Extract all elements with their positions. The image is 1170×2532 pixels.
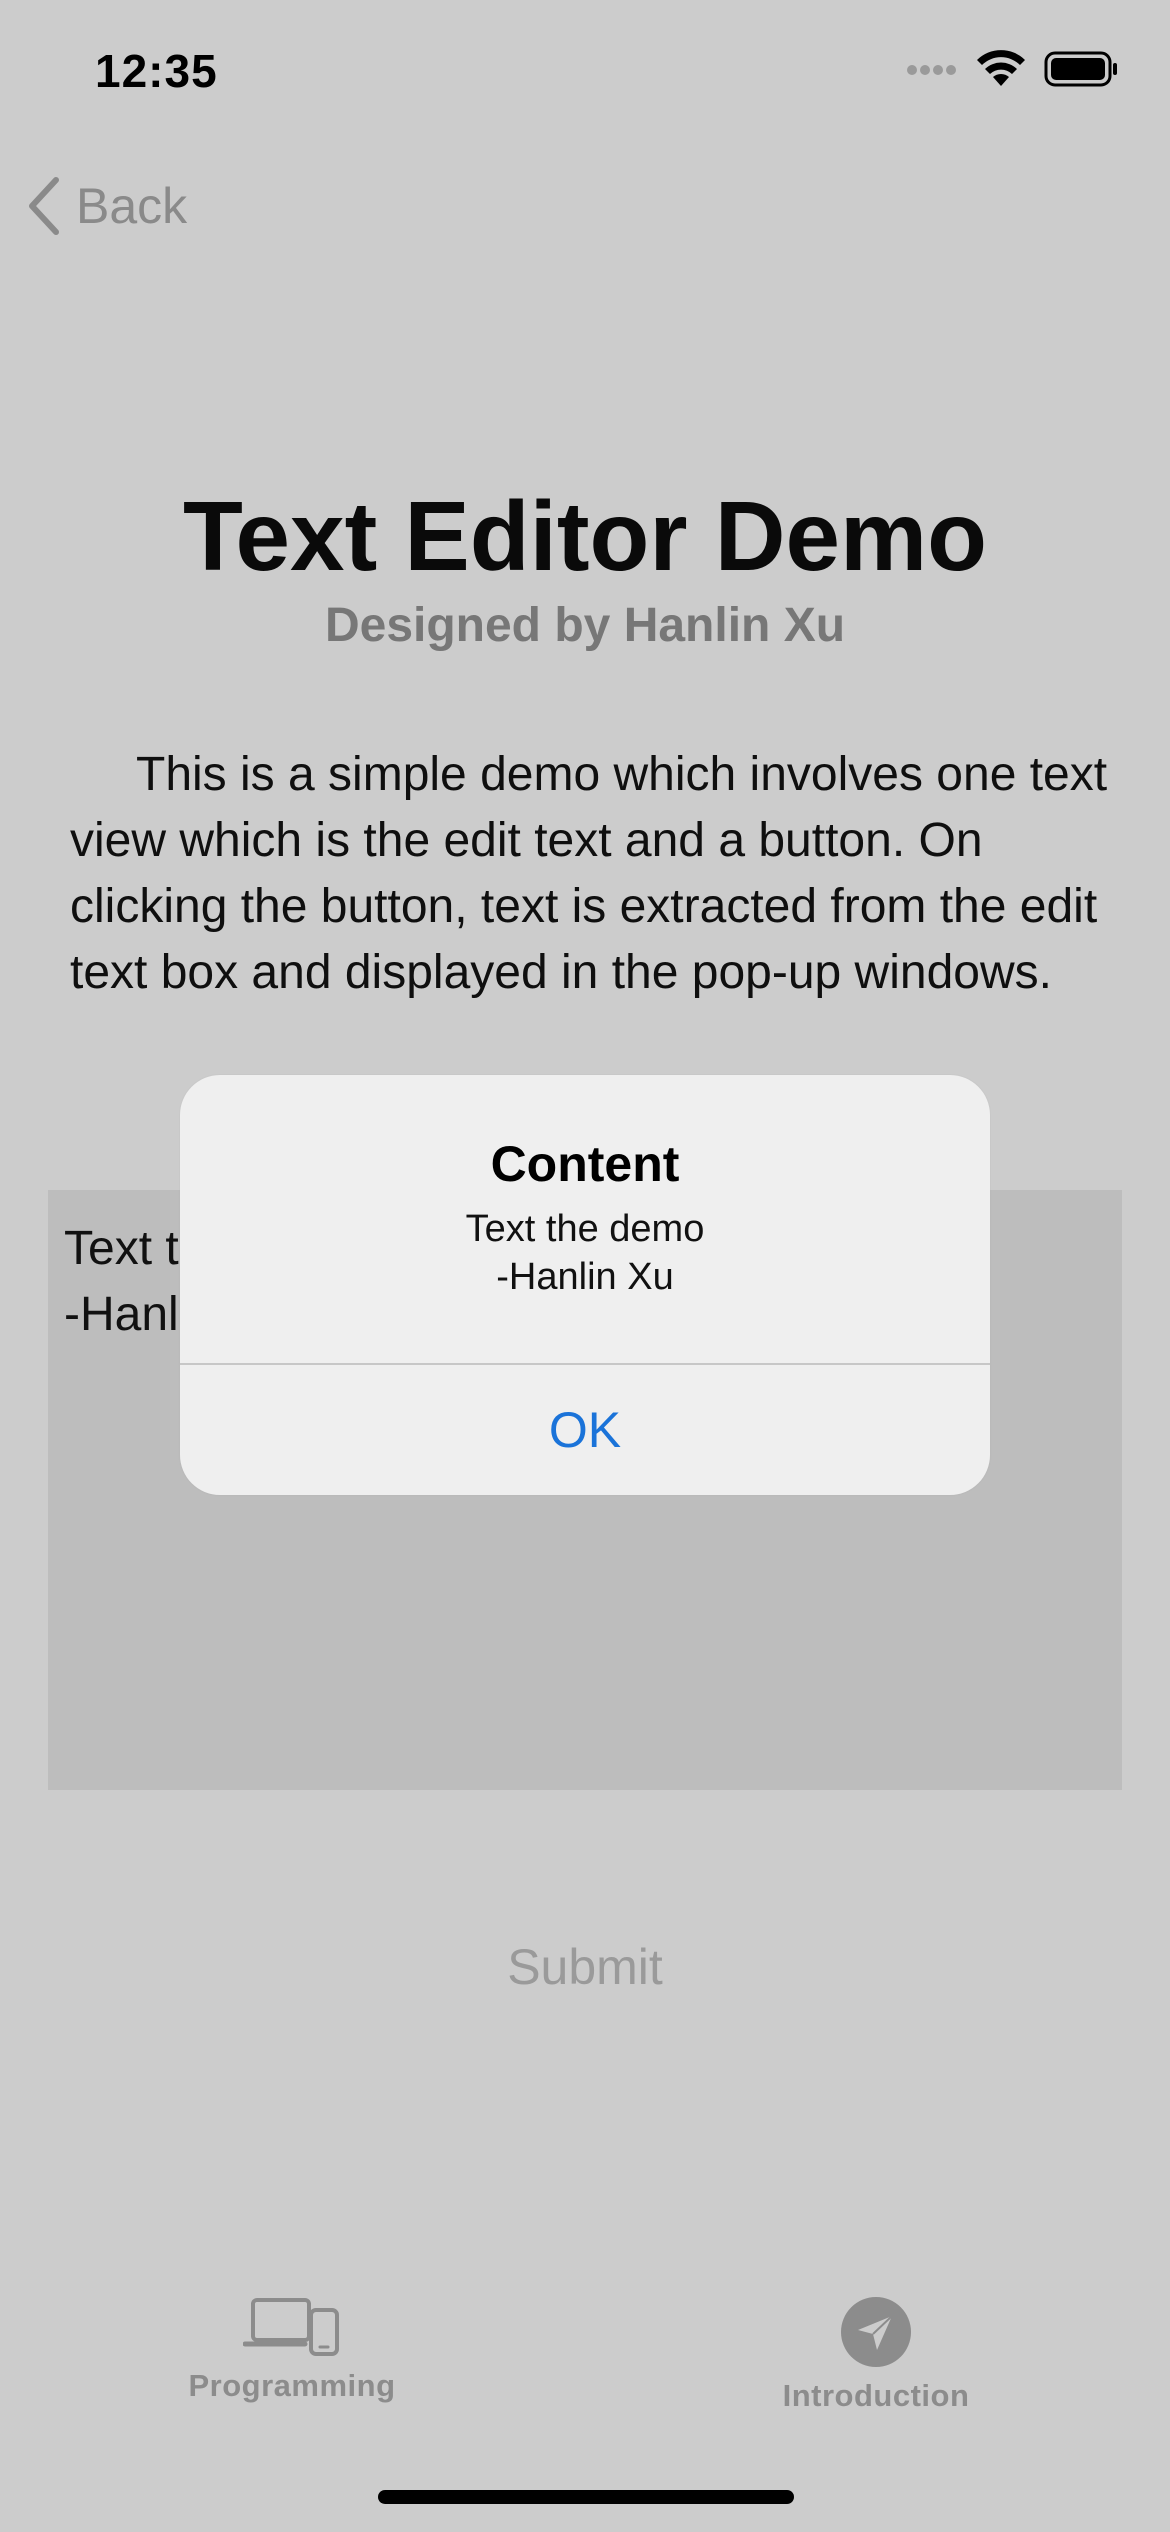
tab-label: Programming <box>188 2368 396 2403</box>
devices-icon <box>243 2298 339 2356</box>
status-icons <box>906 50 1118 88</box>
tab-introduction[interactable]: Introduction <box>764 2296 988 2414</box>
alert-message: Text the demo -Hanlin Xu <box>465 1208 705 1298</box>
send-icon <box>841 2297 911 2367</box>
tab-label: Introduction <box>782 2378 970 2413</box>
description-text: This is a simple demo which involves one… <box>70 748 1108 999</box>
battery-icon <box>1044 51 1117 87</box>
page-title: Text Editor Demo <box>182 481 988 591</box>
ok-button[interactable]: OK <box>180 1365 990 1495</box>
home-indicator <box>378 2490 794 2504</box>
signal-icon <box>907 65 956 75</box>
wifi-icon <box>977 50 1025 86</box>
submit-button[interactable]: Submit <box>0 1938 1170 1996</box>
back-button[interactable]: Back <box>26 176 187 236</box>
page-subtitle: Designed by Hanlin Xu <box>324 599 846 652</box>
chevron-left-icon <box>29 177 59 235</box>
alert-title: Content <box>490 1136 680 1192</box>
status-time: 12:35 <box>95 45 218 97</box>
back-label: Back <box>76 178 188 234</box>
tab-programming[interactable]: Programming <box>170 2296 414 2404</box>
alert-dialog: Content Text the demo -Hanlin Xu OK <box>180 1075 990 1495</box>
